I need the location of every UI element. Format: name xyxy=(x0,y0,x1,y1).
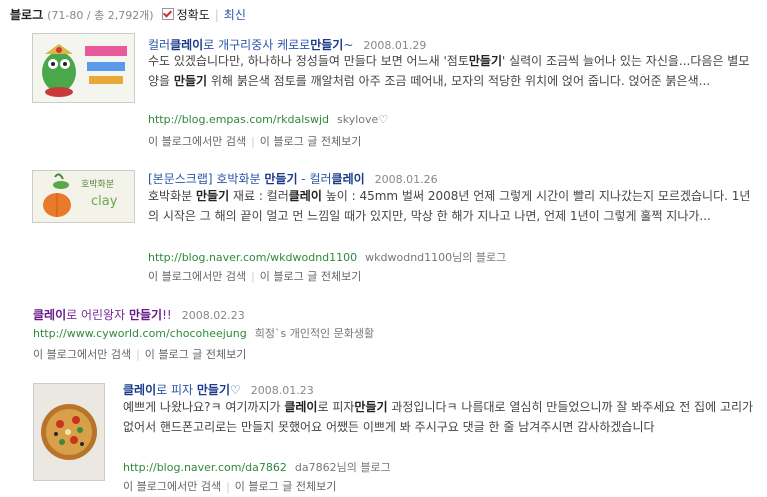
divider: | xyxy=(136,348,140,361)
result-date: 2008.01.26 xyxy=(374,173,438,186)
search-this-blog-link[interactable]: 이 블로그에서만 검색 xyxy=(33,348,131,361)
view-all-posts-link[interactable]: 이 블로그 글 전체보기 xyxy=(260,270,362,283)
result-title-link[interactable]: 클레이로 피자 만들기♡ xyxy=(123,383,241,397)
result-url[interactable]: http://blog.empas.com/rkdalswjd xyxy=(148,113,329,126)
sort-accuracy-button[interactable]: 정확도 xyxy=(177,8,210,22)
result-thumbnail[interactable]: 호박화분 clay xyxy=(32,170,135,223)
result-actions: 이 블로그에서만 검색 | 이 블로그 글 전체보기 xyxy=(148,268,361,284)
result-url[interactable]: http://blog.naver.com/da7862 xyxy=(123,461,287,474)
view-all-posts-link[interactable]: 이 블로그 글 전체보기 xyxy=(235,480,337,493)
divider: | xyxy=(226,480,230,493)
result-author[interactable]: da7862님의 블로그 xyxy=(295,461,391,474)
search-this-blog-link[interactable]: 이 블로그에서만 검색 xyxy=(148,270,246,283)
result-date: 2008.02.23 xyxy=(181,309,245,322)
result-actions: 이 블로그에서만 검색 | 이 블로그 글 전체보기 xyxy=(148,133,361,149)
view-all-posts-link[interactable]: 이 블로그 글 전체보기 xyxy=(145,348,247,361)
section-title: 블로그 xyxy=(10,8,44,22)
result-url[interactable]: http://www.cyworld.com/chocoheejung xyxy=(33,327,247,340)
result-header: 블로그 (71-80 / 총 2,792개) 정확도 | 최신 xyxy=(10,6,246,22)
result-title-link[interactable]: [본문스크랩] 호박화분 만들기 - 컬러클레이 xyxy=(148,172,365,186)
result-title-link[interactable]: 컬러클레이로 개구리중사 케로로만들기~ xyxy=(148,38,353,52)
result-title-row: 클레이로 피자 만들기♡ 2008.01.23 xyxy=(123,381,314,398)
svg-text:호박화분: 호박화분 xyxy=(81,179,114,190)
svg-text:clay: clay xyxy=(91,194,118,209)
divider: | xyxy=(214,8,219,22)
divider: | xyxy=(251,270,255,283)
search-this-blog-link[interactable]: 이 블로그에서만 검색 xyxy=(148,135,246,148)
result-url-row: http://blog.naver.com/da7862 da7862님의 블로그 xyxy=(123,459,391,475)
result-title-row: 클레이로 어린왕자 만들기!! 2008.02.23 xyxy=(33,306,245,323)
result-author[interactable]: 희정`s 개인적인 문화생활 xyxy=(255,327,374,340)
result-url-row: http://blog.naver.com/wkdwodnd1100 wkdwod… xyxy=(148,249,506,265)
result-url-row: http://www.cyworld.com/chocoheejung 희정`s … xyxy=(33,325,374,341)
result-range: (71-80 / 총 2,792개) xyxy=(47,9,154,22)
result-thumbnail[interactable] xyxy=(33,383,105,481)
sort-latest-button[interactable]: 최신 xyxy=(224,8,246,22)
result-actions: 이 블로그에서만 검색 | 이 블로그 글 전체보기 xyxy=(33,346,246,362)
check-icon[interactable] xyxy=(161,8,174,20)
result-title-link[interactable]: 클레이로 어린왕자 만들기!! xyxy=(33,308,172,322)
result-thumbnail[interactable] xyxy=(32,33,135,103)
result-snippet: 예쁘게 나왔나요?ㅋ 여기까지가 클레이로 피자만들기 과정입니다ㅋ 나름대로 … xyxy=(123,400,754,434)
result-date: 2008.01.23 xyxy=(250,384,314,397)
result-url-row: http://blog.empas.com/rkdalswjd skylove♡ xyxy=(148,113,388,126)
result-title-row: [본문스크랩] 호박화분 만들기 - 컬러클레이 2008.01.26 xyxy=(148,170,438,187)
result-author[interactable]: wkdwodnd1100님의 블로그 xyxy=(365,251,506,264)
result-url[interactable]: http://blog.naver.com/wkdwodnd1100 xyxy=(148,251,357,264)
view-all-posts-link[interactable]: 이 블로그 글 전체보기 xyxy=(260,135,362,148)
result-author[interactable]: skylove♡ xyxy=(337,113,388,126)
divider: | xyxy=(251,135,255,148)
result-snippet: 호박화분 만들기 재료 : 컬러클레이 높이 : 45mm 벌써 2008년 언… xyxy=(148,189,751,223)
result-actions: 이 블로그에서만 검색 | 이 블로그 글 전체보기 xyxy=(123,478,336,494)
result-snippet: 수도 있겠습니다만, 하나하나 정성들여 만들다 보면 어느새 '점토만들기' … xyxy=(148,54,750,88)
search-this-blog-link[interactable]: 이 블로그에서만 검색 xyxy=(123,480,221,493)
